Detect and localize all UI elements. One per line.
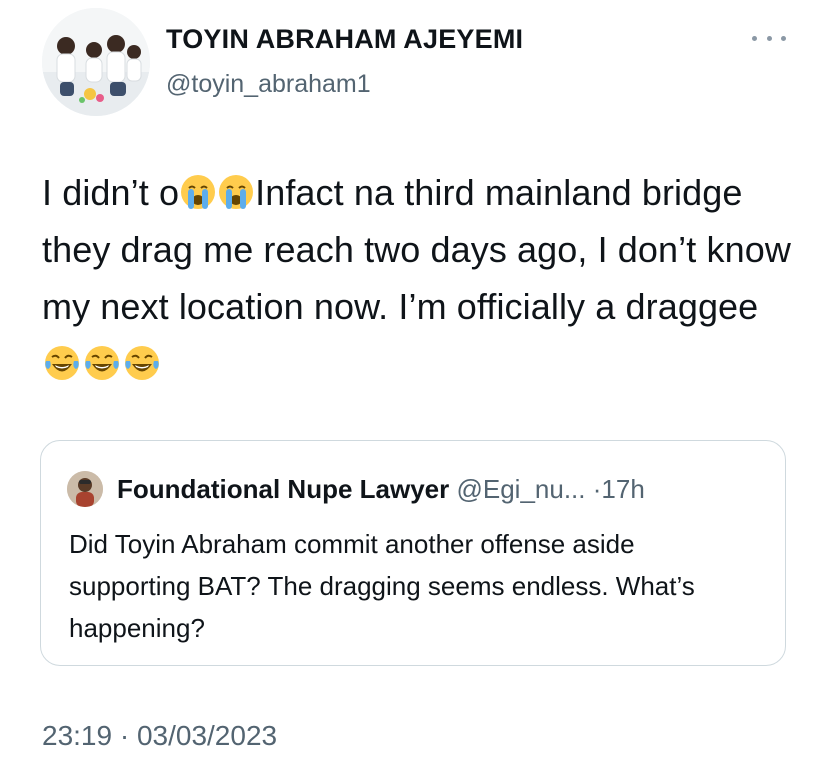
- quoted-tweet-header: Foundational Nupe Lawyer @Egi_nu... ·17h: [117, 474, 645, 505]
- tears-of-joy-icon: [85, 346, 119, 380]
- tweet-text: I didn’t o Infact na third mainland brid…: [42, 164, 802, 392]
- quoted-author-name[interactable]: Foundational Nupe Lawyer: [117, 474, 449, 504]
- author-avatar[interactable]: [42, 8, 150, 116]
- quoted-author-avatar-photo: [67, 471, 103, 507]
- more-dot: [766, 35, 772, 41]
- quoted-author-avatar[interactable]: [67, 471, 103, 507]
- quoted-tweet-card[interactable]: Foundational Nupe Lawyer @Egi_nu... ·17h…: [40, 440, 786, 666]
- tweet-text-part-1: I didn’t o: [42, 172, 180, 213]
- crying-face-icon: [181, 175, 216, 209]
- more-dot: [752, 35, 757, 41]
- more-dot: [781, 35, 786, 41]
- crying-face-icon: [219, 175, 254, 209]
- more-options-icon[interactable]: [752, 28, 786, 48]
- tweet-timestamp[interactable]: 23:19 · 03/03/2023: [42, 720, 277, 752]
- author-handle[interactable]: @toyin_abraham1: [166, 70, 371, 99]
- quoted-tweet-time[interactable]: 17h: [601, 474, 644, 504]
- quoted-author-handle[interactable]: @Egi_nu...: [456, 474, 585, 504]
- quoted-tweet-text: Did Toyin Abraham commit another offense…: [69, 529, 695, 643]
- tears-of-joy-icon: [45, 346, 79, 380]
- author-avatar-photo: [42, 8, 150, 116]
- tears-of-joy-icon: [125, 346, 159, 380]
- author-display-name[interactable]: TOYIN ABRAHAM AJEYEMI: [166, 24, 523, 55]
